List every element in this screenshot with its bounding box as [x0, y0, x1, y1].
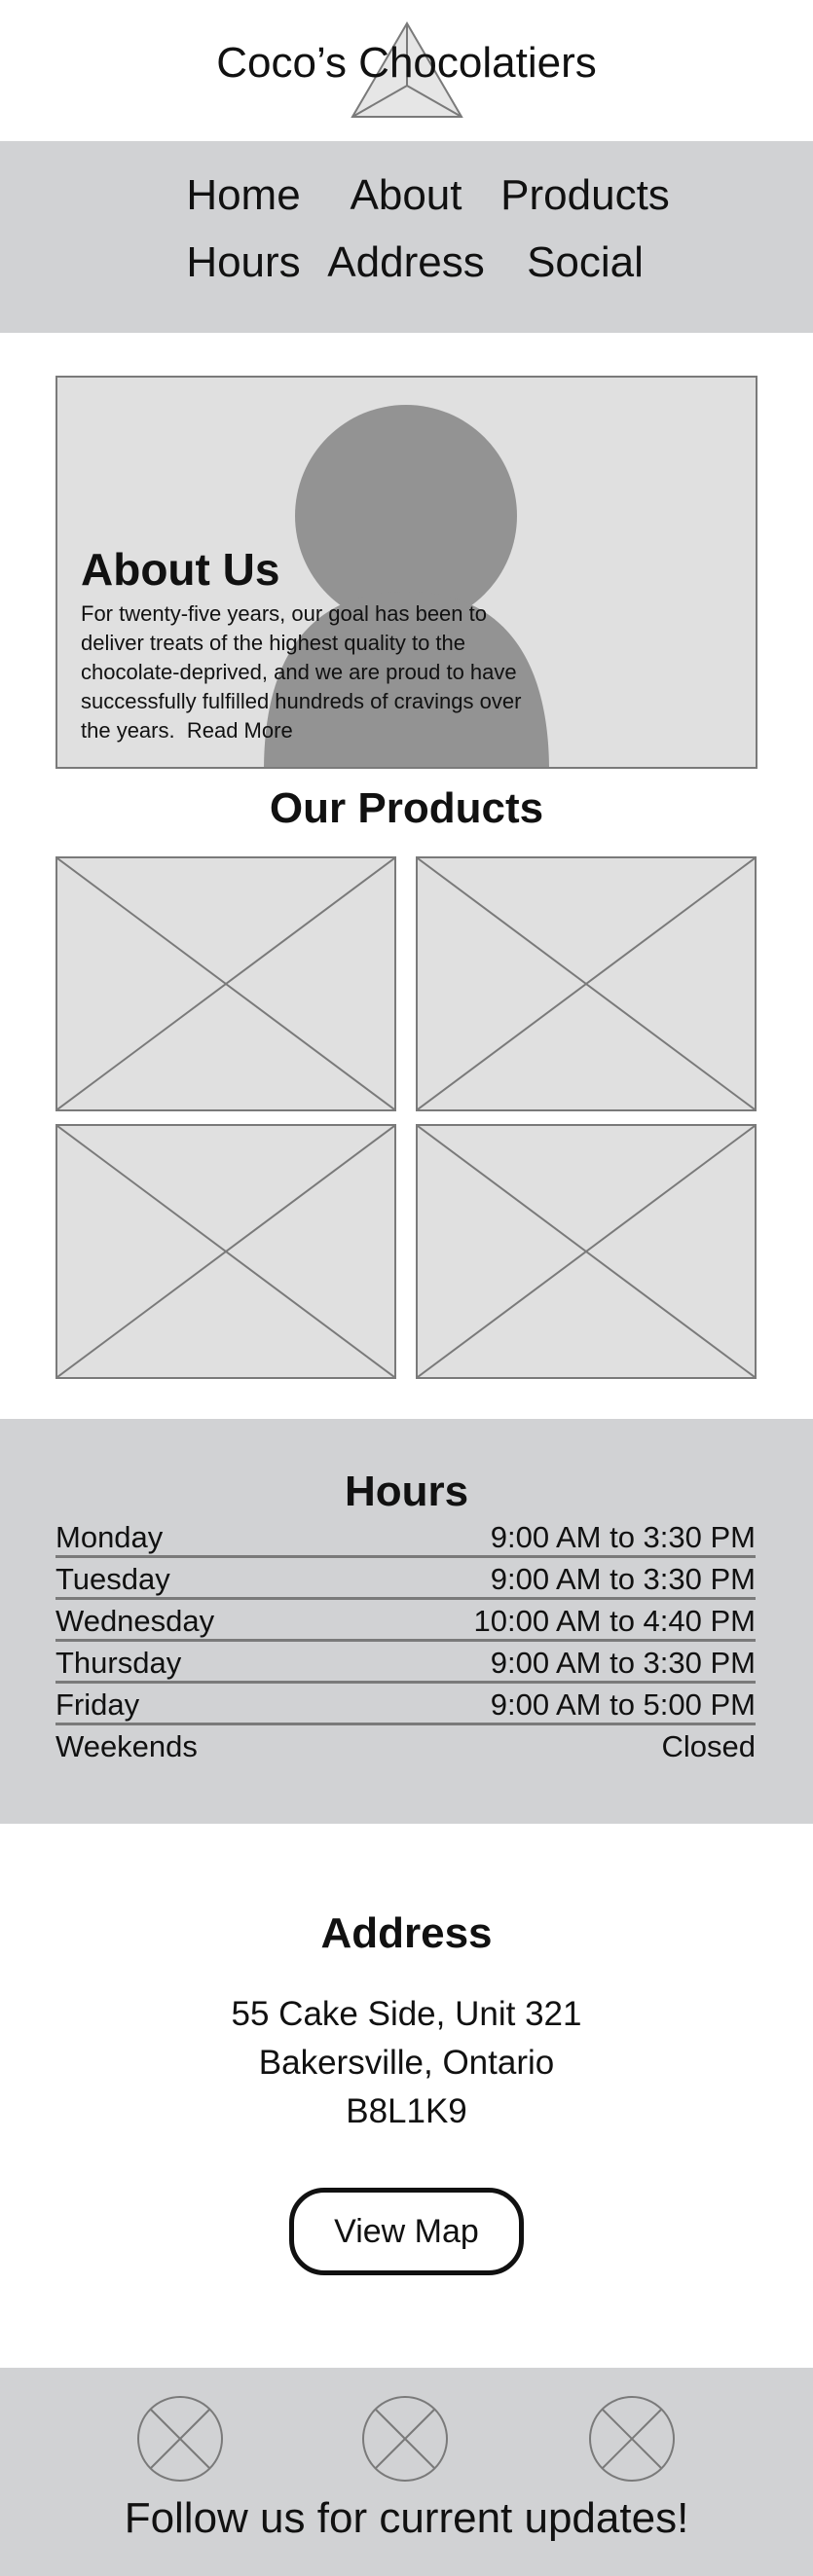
- site-header: Coco’s Chocolatiers: [0, 0, 813, 141]
- product-card[interactable]: [55, 1124, 396, 1379]
- hours-day: Friday: [55, 1687, 140, 1722]
- follow-us-text: Follow us for current updates!: [124, 2494, 689, 2542]
- social-placeholder-icon[interactable]: [136, 2395, 224, 2483]
- social-placeholder-icon[interactable]: [361, 2395, 449, 2483]
- hours-title: Hours: [344, 1468, 469, 1515]
- address-line: Bakersville, Ontario: [258, 2044, 555, 2082]
- hours-section: Hours Monday 9:00 AM to 3:30 PM Tuesday …: [0, 1419, 813, 1824]
- hours-time: 9:00 AM to 3:30 PM: [490, 1562, 756, 1596]
- nav-item-products[interactable]: Products: [478, 171, 692, 220]
- hours-day: Tuesday: [55, 1562, 170, 1596]
- address-line: B8L1K9: [346, 2092, 467, 2130]
- about-body: For twenty-five years, our goal has been…: [81, 599, 548, 745]
- nav-item-social[interactable]: Social: [478, 238, 692, 287]
- social-placeholder-icon[interactable]: [588, 2395, 676, 2483]
- social-footer: Follow us for current updates!: [0, 2368, 813, 2576]
- image-placeholder-icon: [57, 858, 394, 1109]
- hours-day: Thursday: [55, 1646, 182, 1680]
- hours-day: Wednesday: [55, 1604, 215, 1638]
- hours-row: Wednesday 10:00 AM to 4:40 PM: [55, 1600, 756, 1642]
- about-title: About Us: [81, 544, 280, 595]
- main-nav: Home About Products Hours Address Social: [0, 141, 813, 333]
- products-title: Our Products: [269, 784, 544, 832]
- address-line: 55 Cake Side, Unit 321: [231, 1995, 582, 2033]
- product-card[interactable]: [55, 856, 396, 1111]
- view-map-button[interactable]: View Map: [289, 2188, 524, 2275]
- site-title[interactable]: Coco’s Chocolatiers: [0, 39, 813, 88]
- hours-time: 9:00 AM to 3:30 PM: [490, 1520, 756, 1554]
- hours-row: Thursday 9:00 AM to 3:30 PM: [55, 1642, 756, 1684]
- image-placeholder-icon: [418, 858, 755, 1109]
- about-body-text: For twenty-five years, our goal has been…: [81, 601, 522, 743]
- hours-row: Weekends Closed: [55, 1725, 756, 1767]
- hours-day: Weekends: [55, 1729, 198, 1763]
- hours-time: 9:00 AM to 3:30 PM: [490, 1646, 756, 1680]
- hours-time: 10:00 AM to 4:40 PM: [473, 1604, 756, 1638]
- hours-row: Tuesday 9:00 AM to 3:30 PM: [55, 1558, 756, 1600]
- hours-time: Closed: [661, 1729, 757, 1763]
- about-section: About Us For twenty-five years, our goal…: [55, 376, 758, 769]
- product-card[interactable]: [416, 856, 757, 1111]
- read-more-link[interactable]: Read More: [187, 718, 293, 743]
- address-title: Address: [320, 1909, 493, 1957]
- product-card[interactable]: [416, 1124, 757, 1379]
- hours-day: Monday: [55, 1520, 164, 1554]
- hours-row: Friday 9:00 AM to 5:00 PM: [55, 1684, 756, 1725]
- hours-row: Monday 9:00 AM to 3:30 PM: [55, 1516, 756, 1558]
- image-placeholder-icon: [57, 1126, 394, 1377]
- hours-time: 9:00 AM to 5:00 PM: [490, 1687, 756, 1722]
- image-placeholder-icon: [418, 1126, 755, 1377]
